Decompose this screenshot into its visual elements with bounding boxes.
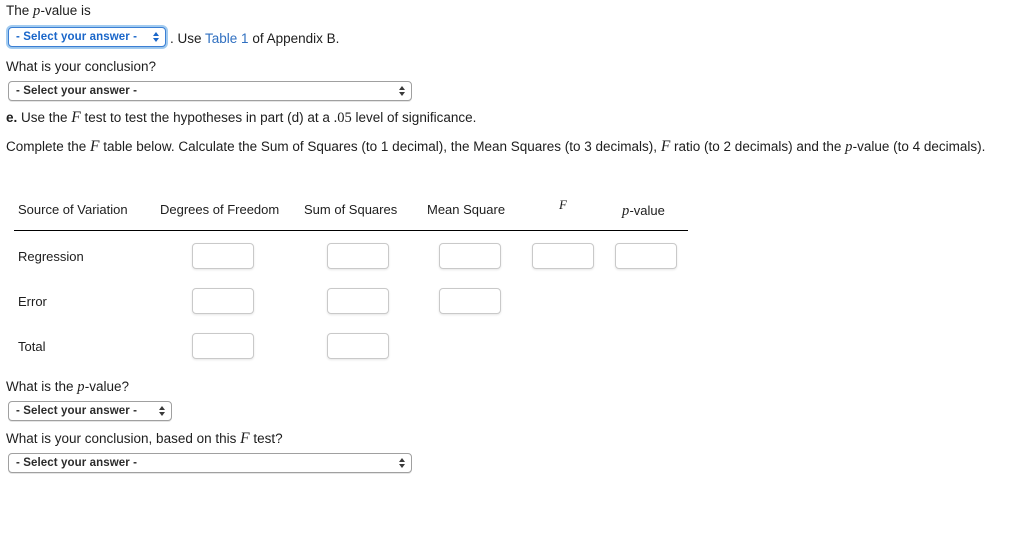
total-ss-input[interactable]: [327, 333, 389, 359]
regression-ms-input[interactable]: [439, 243, 501, 269]
p-variable: p: [845, 139, 853, 155]
part-e-statement: e. Use the F test to test the hypotheses…: [6, 107, 476, 129]
row-label-total: Total: [18, 339, 46, 354]
chevron-updown-icon: [398, 84, 407, 98]
error-ms-input[interactable]: [439, 288, 501, 314]
chevron-updown-icon: [398, 456, 407, 470]
conclusion-select-label: - Select your answer -: [16, 85, 138, 97]
error-ss-input[interactable]: [327, 288, 389, 314]
p-value-select-label: - Select your answer -: [16, 31, 138, 43]
p-value-prompt: The p-value is: [6, 0, 91, 22]
instructions-mid1: table below. Calculate the Sum of Square…: [99, 139, 661, 154]
header-mean-square: Mean Square: [427, 202, 506, 217]
p-value-select[interactable]: - Select your answer -: [8, 27, 166, 47]
p-value-prompt-post: -value is: [40, 3, 91, 18]
use-table-text: . Use Table 1 of Appendix B.: [170, 28, 339, 50]
final-p-value-prompt: What is the p-value?: [6, 376, 129, 398]
error-df-input[interactable]: [192, 288, 254, 314]
p-variable: p: [77, 379, 85, 395]
f-variable: F: [90, 138, 100, 155]
conclusion-select[interactable]: - Select your answer -: [8, 81, 412, 101]
header-p-value-rest: -value: [629, 203, 665, 218]
part-e-post: level of significance.: [351, 110, 477, 125]
table-instructions: Complete the F table below. Calculate th…: [6, 136, 994, 158]
final-conclusion-prompt: What is your conclusion, based on this F…: [6, 428, 283, 450]
final-conclusion-post: test?: [249, 431, 283, 446]
header-p-value: p-value: [622, 203, 665, 220]
f-variable: F: [660, 138, 671, 155]
header-source-of-variation: Source of Variation: [18, 202, 128, 217]
final-conclusion-pre: What is your conclusion, based on this: [6, 431, 241, 446]
header-f: F: [559, 197, 567, 212]
part-e-pre: Use the: [17, 110, 72, 125]
regression-pvalue-input[interactable]: [615, 243, 677, 269]
total-df-input[interactable]: [192, 333, 254, 359]
f-variable: F: [240, 430, 250, 447]
table-divider: [14, 230, 688, 231]
regression-ss-input[interactable]: [327, 243, 389, 269]
final-p-value-pre: What is the: [6, 379, 78, 394]
final-p-value-select[interactable]: - Select your answer -: [8, 401, 172, 421]
instructions-post: -value (to 4 decimals).: [852, 139, 986, 154]
use-table-post: of Appendix B.: [248, 31, 340, 46]
final-p-value-post: -value?: [84, 379, 130, 394]
regression-f-input[interactable]: [532, 243, 594, 269]
chevron-updown-icon: [152, 30, 161, 44]
worksheet-page: The p-value is - Select your answer - . …: [0, 0, 1024, 547]
final-conclusion-select-label: - Select your answer -: [16, 457, 138, 469]
instructions-pre: Complete the: [6, 139, 91, 154]
chevron-updown-icon: [158, 404, 167, 418]
header-degrees-of-freedom: Degrees of Freedom: [160, 202, 280, 217]
p-value-prompt-pre: The: [6, 3, 34, 18]
conclusion-prompt: What is your conclusion?: [6, 59, 157, 74]
use-table-pre: . Use: [170, 31, 206, 46]
row-label-error: Error: [18, 294, 47, 309]
significance-level: .05: [333, 110, 352, 126]
f-variable: F: [71, 109, 81, 126]
header-sum-of-squares: Sum of Squares: [304, 202, 398, 217]
row-label-regression: Regression: [18, 249, 84, 264]
table-1-link[interactable]: Table 1: [205, 31, 249, 46]
part-e-letter: e.: [6, 110, 18, 125]
part-e-mid: test to test the hypotheses in part (d) …: [80, 110, 334, 125]
regression-df-input[interactable]: [192, 243, 254, 269]
final-p-value-select-label: - Select your answer -: [16, 405, 138, 417]
final-conclusion-select[interactable]: - Select your answer -: [8, 453, 412, 473]
instructions-mid2: ratio (to 2 decimals) and the: [670, 139, 846, 154]
